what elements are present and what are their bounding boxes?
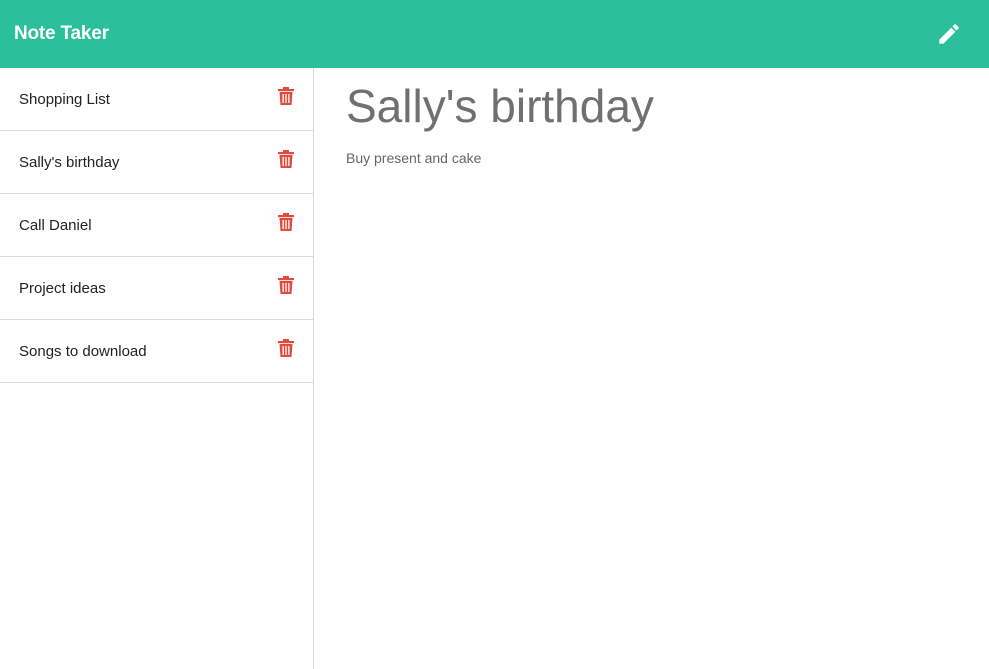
list-item[interactable]: Songs to download bbox=[0, 320, 313, 383]
trash-icon bbox=[278, 339, 294, 357]
delete-note-button[interactable] bbox=[278, 213, 294, 231]
note-body-textarea[interactable]: Buy present and cake bbox=[346, 150, 957, 166]
list-item[interactable]: Project ideas bbox=[0, 257, 313, 320]
delete-note-button[interactable] bbox=[278, 339, 294, 357]
note-editor: Sally's birthday Buy present and cake bbox=[314, 68, 989, 669]
note-title: Project ideas bbox=[19, 279, 106, 297]
delete-note-button[interactable] bbox=[278, 276, 294, 294]
list-item[interactable]: Shopping List bbox=[0, 68, 313, 131]
list-item[interactable]: Call Daniel bbox=[0, 194, 313, 257]
trash-icon bbox=[278, 87, 294, 105]
top-navbar: Note Taker bbox=[0, 0, 989, 68]
trash-icon bbox=[278, 150, 294, 168]
note-title: Call Daniel bbox=[19, 216, 92, 234]
delete-note-button[interactable] bbox=[278, 87, 294, 105]
pencil-icon bbox=[939, 24, 959, 44]
delete-note-button[interactable] bbox=[278, 150, 294, 168]
note-title: Sally's birthday bbox=[19, 153, 120, 171]
note-title: Shopping List bbox=[19, 90, 110, 108]
notes-list: Shopping List Sally's birthday Call Dani… bbox=[0, 68, 313, 383]
new-note-button[interactable] bbox=[935, 20, 963, 48]
note-title: Songs to download bbox=[19, 342, 147, 360]
list-item[interactable]: Sally's birthday bbox=[0, 131, 313, 194]
trash-icon bbox=[278, 276, 294, 294]
app-title[interactable]: Note Taker bbox=[14, 23, 109, 45]
note-title-input[interactable]: Sally's birthday bbox=[346, 80, 957, 132]
notes-sidebar: Shopping List Sally's birthday Call Dani… bbox=[0, 68, 314, 669]
trash-icon bbox=[278, 213, 294, 231]
